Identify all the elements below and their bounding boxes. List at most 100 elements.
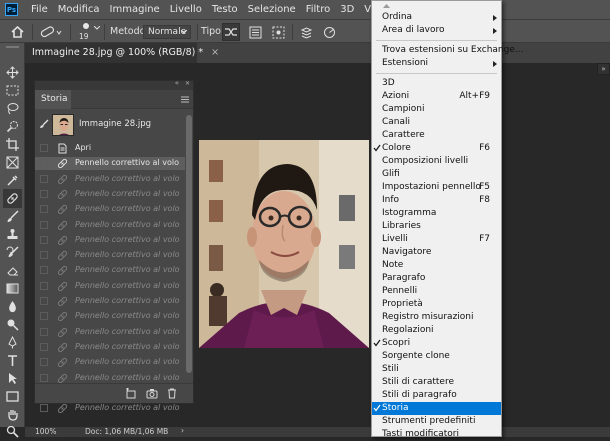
history-scrollbar[interactable] — [185, 109, 193, 383]
close-tab-icon[interactable]: × — [211, 47, 219, 58]
create-texture-button[interactable] — [246, 23, 264, 41]
spot-healing-brush-tool-icon[interactable] — [3, 189, 22, 208]
history-brush-source-box[interactable] — [40, 205, 48, 214]
history-state-row[interactable]: Pennello correttivo al volo — [35, 249, 185, 262]
zoom-tool-icon[interactable] — [3, 422, 22, 441]
history-brush-source-box[interactable] — [40, 266, 48, 275]
history-state-row[interactable]: Pennello correttivo al volo — [35, 264, 185, 277]
menu-file[interactable]: File — [26, 0, 53, 19]
lasso-tool-icon[interactable] — [3, 99, 22, 118]
pen-tool-icon[interactable] — [3, 333, 22, 352]
delete-state-icon[interactable] — [167, 388, 177, 399]
history-brush-source-box[interactable] — [40, 235, 48, 244]
history-state-row[interactable]: Pennello correttivo al volo — [35, 280, 185, 293]
menu-item-sorgente-clone[interactable]: Sorgente clone — [372, 350, 501, 363]
menu-item-colore[interactable]: Colore F6 — [372, 142, 501, 155]
history-brush-source-box[interactable] — [40, 174, 48, 183]
collapse-icon[interactable]: « — [175, 79, 179, 87]
menu-item-strumenti-predefiniti[interactable]: Strumenti predefiniti — [372, 415, 501, 428]
dodge-tool-icon[interactable] — [3, 315, 22, 334]
snapshot-row[interactable]: Immagine 28.jpg — [35, 109, 185, 141]
menu-testo[interactable]: Testo — [207, 0, 243, 19]
panel-menu-icon[interactable] — [181, 96, 189, 103]
move-tool-icon[interactable] — [3, 63, 22, 82]
history-brush-source-box[interactable] — [40, 159, 48, 168]
document-tab[interactable]: Immagine 28.jpg @ 100% (RGB/8) * × — [25, 43, 219, 63]
proximity-match-button[interactable] — [269, 23, 287, 41]
new-document-from-state-icon[interactable] — [125, 388, 136, 399]
menu-immagine[interactable]: Immagine — [105, 0, 165, 19]
menu-item-estensioni[interactable]: Estensioni — [372, 57, 501, 70]
history-brush-source-box[interactable] — [40, 281, 48, 290]
close-panel-icon[interactable]: ✕ — [185, 80, 190, 87]
tool-preset-picker[interactable] — [38, 23, 64, 41]
menu-item-glifi[interactable]: Glifi — [372, 168, 501, 181]
menu-item-stili[interactable]: Stili — [372, 363, 501, 376]
menu-item-livelli[interactable]: Livelli F7 — [372, 233, 501, 246]
menu-item-composizioni-livelli[interactable]: Composizioni livelli — [372, 155, 501, 168]
collapse-panels-button[interactable]: » — [597, 63, 610, 75]
angle-pressure-icon[interactable] — [320, 23, 338, 41]
history-brush-source-box[interactable] — [40, 404, 48, 413]
sample-all-layers-button[interactable] — [297, 23, 315, 41]
history-state-row[interactable]: Pennello correttivo al volo — [35, 295, 185, 308]
document-info[interactable]: Doc: 1,06 MB/1,06 MB — [85, 427, 168, 436]
history-state-row[interactable]: Pennello correttivo al volo — [35, 157, 185, 171]
menu-item-pennelli[interactable]: Pennelli — [372, 285, 501, 298]
history-brush-source-box[interactable] — [40, 220, 48, 229]
rectangle-tool-icon[interactable] — [3, 387, 22, 406]
menu-item-stili-di-carattere[interactable]: Stili di carattere — [372, 376, 501, 389]
brush-size-picker[interactable]: 19 — [76, 22, 102, 42]
blur-tool-icon[interactable] — [3, 297, 22, 316]
history-state-row[interactable]: Pennello correttivo al volo — [35, 310, 185, 323]
menu-livello[interactable]: Livello — [165, 0, 207, 19]
history-state-row[interactable]: Pennello correttivo al volo — [35, 234, 185, 247]
menu-item-storia[interactable]: Storia — [372, 402, 501, 415]
gradient-tool-icon[interactable] — [3, 279, 22, 298]
menu-3d[interactable]: 3D — [335, 0, 359, 19]
menu-item-tasti-modificatori[interactable]: Tasti modificatori — [372, 428, 501, 441]
menu-item-area-di-lavoro[interactable]: Area di lavoro — [372, 24, 501, 37]
status-arrow-icon[interactable]: › — [181, 426, 184, 435]
menu-item-3d[interactable]: 3D — [372, 77, 501, 90]
history-brush-source-box[interactable] — [40, 312, 48, 321]
history-brush-source-box[interactable] — [40, 358, 48, 367]
menu-selezione[interactable]: Selezione — [243, 0, 301, 19]
history-brush-source-box[interactable] — [40, 327, 48, 336]
menu-item-paragrafo[interactable]: Paragrafo — [372, 272, 501, 285]
menu-item-carattere[interactable]: Carattere — [372, 129, 501, 142]
history-brush-source-box[interactable] — [40, 189, 48, 198]
menu-item-info[interactable]: Info F8 — [372, 194, 501, 207]
eraser-tool-icon[interactable] — [3, 261, 22, 280]
menu-item-istogramma[interactable]: Istogramma — [372, 207, 501, 220]
menu-item-libraries[interactable]: Libraries — [372, 220, 501, 233]
history-state-row[interactable]: Pennello correttivo al volo — [35, 326, 185, 339]
history-state-row[interactable]: Pennello correttivo al volo — [35, 203, 185, 216]
menu-item-note[interactable]: Note — [372, 259, 501, 272]
frame-tool-icon[interactable] — [3, 153, 22, 172]
history-state-row[interactable]: Pennello correttivo al volo — [35, 188, 185, 201]
menu-item-azioni[interactable]: Azioni Alt+F9 — [372, 90, 501, 103]
document-image[interactable] — [199, 140, 369, 348]
mode-select[interactable]: Normale — [143, 25, 191, 39]
brush-tool-icon[interactable] — [3, 207, 22, 226]
path-selection-tool-icon[interactable] — [3, 369, 22, 388]
history-state-row[interactable]: Pennello correttivo al volo — [35, 356, 185, 369]
eyedropper-tool-icon[interactable] — [3, 171, 22, 190]
new-snapshot-icon[interactable] — [146, 388, 158, 399]
history-state-row[interactable]: Apri — [35, 142, 185, 155]
history-brush-source-box[interactable] — [40, 144, 48, 152]
menu-item-navigatore[interactable]: Navigatore — [372, 246, 501, 259]
history-brush-source-box[interactable] — [40, 342, 48, 351]
content-aware-button[interactable] — [222, 23, 240, 41]
type-tool-icon[interactable] — [3, 351, 22, 370]
menu-item-stili-di-paragrafo[interactable]: Stili di paragrafo — [372, 389, 501, 402]
menu-item-scopri[interactable]: Scopri — [372, 337, 501, 350]
quick-selection-tool-icon[interactable] — [3, 117, 22, 136]
history-state-row[interactable]: Pennello correttivo al volo — [35, 402, 185, 415]
tab-history[interactable]: Storia — [35, 90, 71, 109]
menu-modifica[interactable]: Modifica — [53, 0, 105, 19]
history-brush-source-box[interactable] — [40, 251, 48, 260]
marquee-tool-icon[interactable] — [3, 81, 22, 100]
history-brush-source-box[interactable] — [40, 373, 48, 382]
